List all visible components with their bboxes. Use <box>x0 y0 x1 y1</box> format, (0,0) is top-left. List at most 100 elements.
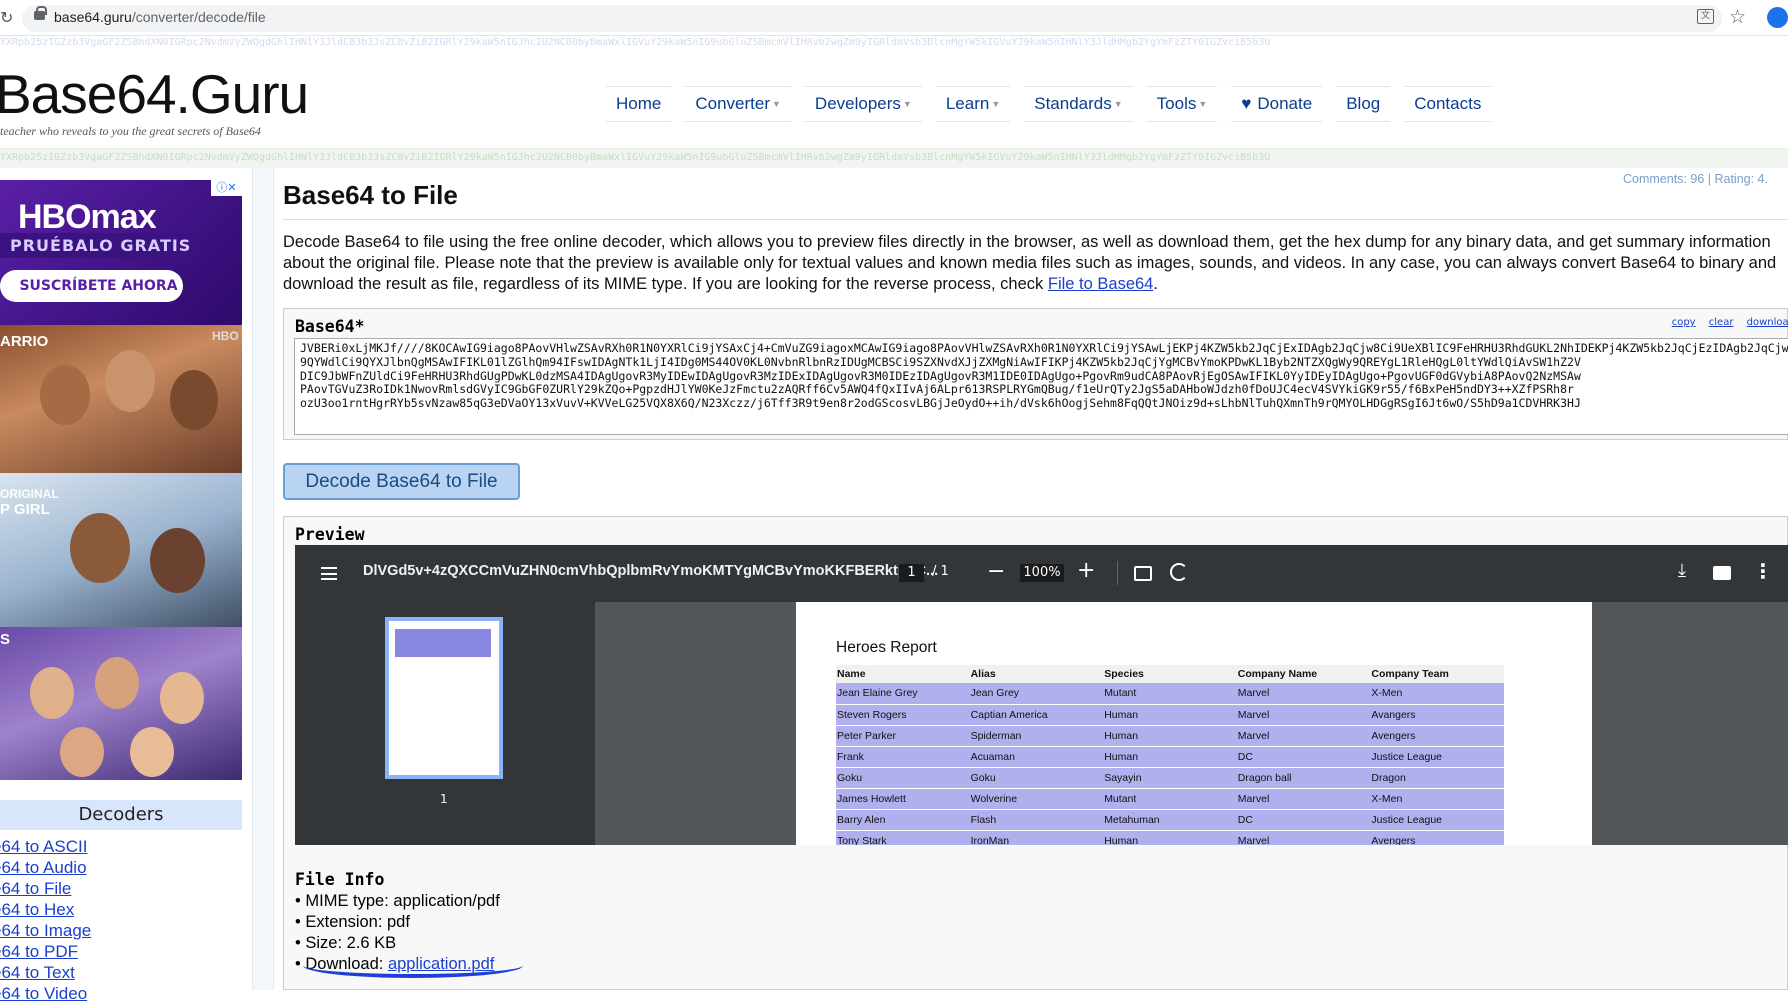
clear-link[interactable]: clear <box>1709 317 1734 328</box>
heroes-table: Name Alias Species Company Name Company … <box>836 665 1504 845</box>
nav-tools[interactable]: Tools ▼ <box>1146 86 1218 122</box>
ad-banner: HBOmax PRUÉBALO GRATIS SUSCRÍBETE AHORA <box>0 180 242 325</box>
pdf-viewer[interactable]: DlVGd5v+4zQXCCmVuZHN0cmVhbQplbmRvYmoKMTY… <box>295 545 1788 845</box>
browser-toolbar: ↻ base64.guru/converter/decode/file 文 ☆ <box>0 0 1788 36</box>
thumbnail-label: 1 <box>440 792 448 806</box>
ad-poster: S <box>0 627 242 780</box>
nav-home[interactable]: Home <box>606 86 672 122</box>
ad-show-title: P GIRL <box>0 501 50 518</box>
nav-donate[interactable]: ♥ Donate <box>1231 86 1323 122</box>
page-number-input[interactable]: 1 <box>899 564 924 582</box>
file-size: Size: 2.6 KB <box>295 933 500 954</box>
dropdown-arrow-icon: ▼ <box>991 99 1001 109</box>
reload-icon[interactable]: ↻ <box>0 8 13 27</box>
toolbar-divider <box>1117 561 1118 585</box>
nav-converter[interactable]: Converter ▼ <box>685 86 791 122</box>
pdf-page: Heroes Report Name Alias Species Company… <box>796 602 1592 845</box>
site-logo[interactable]: Base64.Guru <box>0 62 309 126</box>
zoom-in-icon[interactable]: + <box>1077 558 1095 583</box>
nav-blog[interactable]: Blog <box>1336 86 1391 122</box>
page-description: Decode Base64 to file using the free onl… <box>283 233 1777 293</box>
lock-icon[interactable] <box>34 6 47 20</box>
download-link[interactable]: download <box>1747 317 1788 328</box>
table-row: Steven Rogers Captian America Human Marvel A… <box>836 704 1504 726</box>
main-nav: Home Converter ▼ Developers ▼ Learn ▼ Stand… <box>606 86 1505 122</box>
dropdown-arrow-icon: ▼ <box>1198 99 1208 109</box>
pdf-toolbar: DlVGd5v+4zQXCCmVuZHN0cmVhbQplbmRvYmoKMTY… <box>295 545 1788 602</box>
column-header: Species <box>1103 665 1237 683</box>
address-bar[interactable] <box>22 5 1722 32</box>
column-header: Company Team <box>1370 665 1504 683</box>
nav-standards[interactable]: Standards ▼ <box>1024 86 1133 122</box>
sidebar-link-audio[interactable]: e64 to Audio <box>0 857 91 878</box>
bookmark-star-icon[interactable]: ☆ <box>1729 6 1746 28</box>
thumbnail-panel: 1 <box>295 602 595 845</box>
sidebar-separator <box>252 168 274 990</box>
column-header: Company Name <box>1236 665 1371 683</box>
table-row: Jean Elaine Grey Jean Grey Mutant Marvel X-M… <box>836 683 1504 705</box>
table-row: James Howlett Wolverine Mutant Marvel X-Men <box>836 788 1504 810</box>
base64-section: Base64* copy clear download JVBERi0xLjMK… <box>283 308 1788 440</box>
ad-cta-button[interactable]: SUSCRÍBETE AHORA <box>0 270 183 302</box>
fit-page-icon[interactable] <box>1134 566 1152 581</box>
url-text[interactable]: base64.guru/converter/decode/file <box>54 9 266 25</box>
column-header: Name <box>836 665 970 683</box>
copy-link[interactable]: copy <box>1672 317 1696 328</box>
table-row: Barry Alen Flash Metahuman DC Justice League <box>836 809 1504 831</box>
advertisement[interactable]: HBOmax PRUÉBALO GRATIS SUSCRÍBETE AHORA … <box>0 180 242 780</box>
ad-corner-brand: HBO <box>212 329 239 343</box>
base64-textarea[interactable]: JVBERi0xLjMKJf////8KOCAwIG9iago8PAovVHlw… <box>294 338 1788 435</box>
more-options-icon[interactable]: ⋮ <box>1753 559 1773 583</box>
sidebar-link-pdf[interactable]: e64 to PDF <box>0 941 91 962</box>
print-icon[interactable] <box>1713 566 1731 580</box>
sidebar-link-image[interactable]: e64 to Image <box>0 920 91 941</box>
preview-section: Preview DlVGd5v+4zQXCCmVuZHN0cmVhbQplbmR… <box>283 516 1788 990</box>
zoom-out-icon[interactable]: − <box>987 559 1005 584</box>
rotate-icon[interactable] <box>1170 563 1188 581</box>
zoom-input[interactable]: 100% <box>1020 564 1064 582</box>
sidebar-link-hex[interactable]: e64 to Hex <box>0 899 91 920</box>
nav-learn[interactable]: Learn ▼ <box>935 86 1011 122</box>
ad-show-label: ORIGINAL <box>0 487 59 501</box>
mime-type: MIME type: application/pdf <box>295 891 499 912</box>
sidebar-link-ascii[interactable]: e64 to ASCII <box>0 836 91 857</box>
table-row: Frank Acuaman Human DC Justice League <box>836 746 1504 768</box>
page-total: / 1 <box>932 564 949 579</box>
page-thumbnail[interactable] <box>385 617 503 779</box>
menu-icon[interactable] <box>321 567 337 580</box>
nav-contacts[interactable]: Contacts <box>1404 86 1492 122</box>
download-icon[interactable]: ⤓ <box>1678 560 1686 581</box>
translate-icon[interactable]: 文 <box>1697 9 1714 24</box>
file-info-title: File Info <box>295 870 385 889</box>
table-row: Peter Parker Spiderman Human Marvel Avengers <box>836 725 1504 747</box>
base64-label: Base64* <box>295 317 365 336</box>
sidebar-link-text[interactable]: e64 to Text <box>0 962 91 983</box>
dropdown-arrow-icon: ▼ <box>902 99 912 109</box>
decorative-pattern: YXRpb25zIGZzb3VgaGF2ZSBhdXN0IGRpc2NvdmVy… <box>0 152 1271 163</box>
dropdown-arrow-icon: ▼ <box>1113 99 1123 109</box>
comments-rating[interactable]: Comments: 96 | Rating: 4. <box>1623 172 1768 186</box>
base64-tools: copy clear download <box>1662 317 1788 328</box>
extension: Extension: pdf <box>295 912 500 933</box>
sidebar-link-video[interactable]: e64 to Video <box>0 983 91 1004</box>
table-row: Tony Stark IronMan Human Marvel Avengers <box>836 830 1504 845</box>
decode-button[interactable]: Decode Base64 to File <box>283 463 520 500</box>
page-title: Base64 to File <box>283 180 458 210</box>
decorative-pattern: YXRpb25zIGZzb3VgaGF2ZSBhdXN0IGRpc2NvdmVy… <box>0 37 1271 48</box>
nav-developers[interactable]: Developers ▼ <box>804 86 922 122</box>
ad-poster: ARRIO HBO <box>0 325 242 473</box>
profile-avatar[interactable] <box>1767 7 1788 28</box>
sidebar-link-file[interactable]: e64 to File <box>0 878 91 899</box>
table-row: Goku Goku Sayayin Dragon ball Dragon <box>836 767 1504 789</box>
file-to-base64-link[interactable]: File to Base64 <box>1048 275 1153 293</box>
site-tagline: teacher who reveals to you the great sec… <box>0 124 261 138</box>
ad-close-icon[interactable]: ⓘ✕ <box>211 180 242 196</box>
decoders-list: e64 to ASCII e64 to Audio e64 to File e6… <box>0 836 91 1004</box>
dropdown-arrow-icon: ▼ <box>772 99 781 109</box>
table-header-row: Name Alias Species Company Name Company … <box>836 665 1504 683</box>
annotation-underline <box>303 953 523 978</box>
ad-poster: ORIGINAL P GIRL <box>0 473 242 627</box>
ad-show-title: S <box>0 631 11 648</box>
column-header: Alias <box>969 665 1104 683</box>
report-title: Heroes Report <box>836 639 937 656</box>
